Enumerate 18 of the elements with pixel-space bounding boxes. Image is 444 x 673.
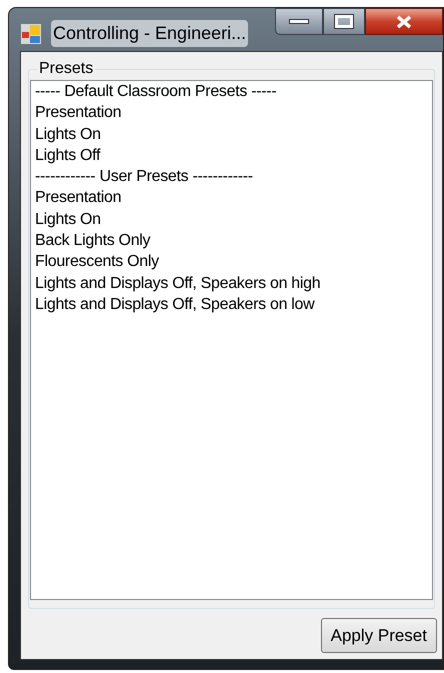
minimize-button[interactable] <box>275 8 323 35</box>
list-item[interactable]: ----- Default Classroom Presets ----- <box>35 81 432 102</box>
list-item[interactable]: Back Lights Only <box>35 230 432 252</box>
list-item[interactable]: Presentation <box>35 102 432 124</box>
list-item[interactable]: Lights and Displays Off, Speakers on high <box>35 272 432 294</box>
close-icon <box>395 14 413 28</box>
maximize-button[interactable] <box>323 8 365 35</box>
list-item[interactable]: Lights Off <box>35 144 432 166</box>
close-button[interactable] <box>365 8 443 35</box>
list-item[interactable]: Flourescents Only <box>35 251 432 273</box>
app-icon <box>20 22 42 44</box>
list-item[interactable]: Lights and Displays Off, Speakers on low <box>35 294 432 316</box>
list-item[interactable]: Presentation <box>35 187 432 209</box>
window-title: Controlling - Engineeri... <box>51 20 248 47</box>
list-item[interactable]: Lights On <box>35 124 432 145</box>
list-item[interactable]: Lights On <box>35 208 432 230</box>
list-item[interactable]: ------------ User Presets ------------ <box>35 166 432 188</box>
apply-preset-button[interactable]: Apply Preset <box>320 618 437 653</box>
